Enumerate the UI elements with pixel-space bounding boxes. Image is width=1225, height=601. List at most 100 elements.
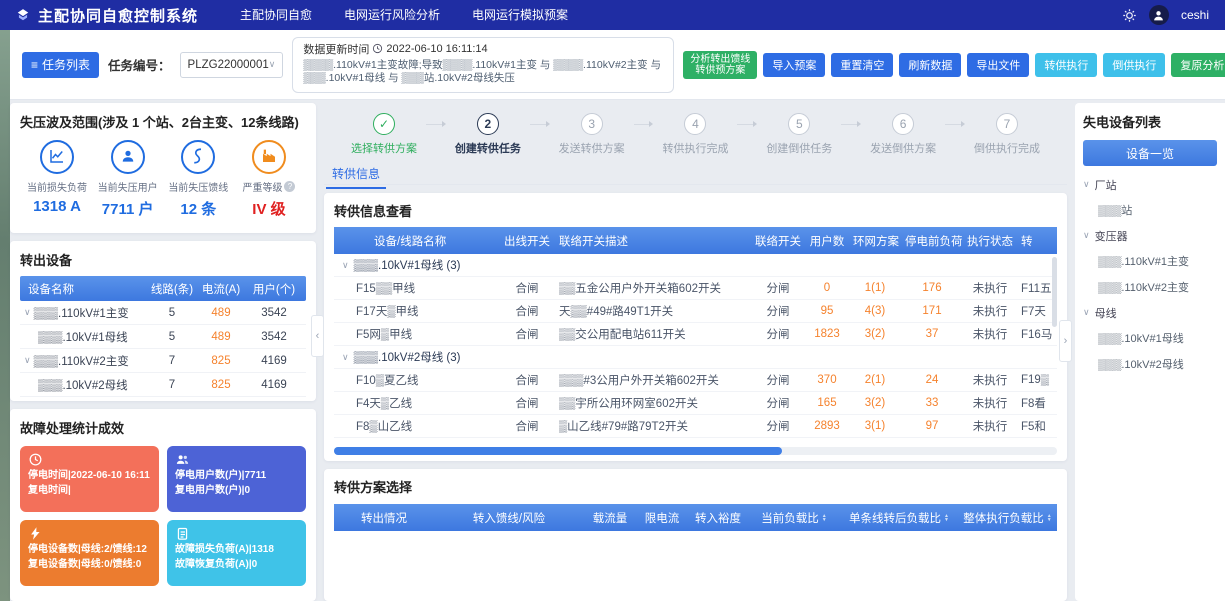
nav-item-1[interactable]: 主配协同自愈 bbox=[224, 0, 328, 30]
table-row[interactable]: ∨▒▒▒.110kV#1主变54893542 bbox=[20, 301, 306, 325]
gear-icon[interactable] bbox=[1122, 8, 1137, 23]
toolbar-actions: 分析转出馈线转供预方案导入预案重置清空刷新数据导出文件转供执行倒供执行复原分析 bbox=[683, 51, 1225, 79]
tree-item[interactable]: ▒▒▒.110kV#2主变 bbox=[1083, 274, 1217, 300]
toolbar-button-5[interactable]: 导出文件 bbox=[967, 53, 1029, 77]
task-no-select[interactable]: PLZG22000001 ∨ bbox=[180, 52, 284, 78]
sort-icon[interactable]: ▲▼ bbox=[822, 514, 827, 523]
step-2[interactable]: 2创建转供任务 bbox=[446, 113, 530, 156]
transfer-col-header: 出线开关 bbox=[499, 233, 555, 249]
device-list-title: 失电设备列表 bbox=[1083, 112, 1217, 131]
fault-description: ▒▒▒▒.110kV#1主变故障;导致▒▒▒▒.110kV#1主变 与 ▒▒▒▒… bbox=[303, 59, 663, 85]
chevron-down-icon[interactable]: ∨ bbox=[342, 260, 349, 271]
feeder-row[interactable]: F8▒山乙线合闸▒山乙线#79#路79T2开关分闸28933(1)97未执行F5… bbox=[334, 415, 1057, 438]
sort-icon[interactable]: ▲▼ bbox=[1047, 514, 1052, 523]
device-group-row[interactable]: ∨▒▒▒.10kV#1母线 (3) bbox=[334, 254, 1057, 277]
step-connector bbox=[737, 113, 757, 135]
sort-icon[interactable]: ▲▼ bbox=[944, 514, 949, 523]
toolbar-button-7[interactable]: 倒供执行 bbox=[1103, 53, 1165, 77]
main-nav: 主配协同自愈电网运行风险分析电网运行模拟预案 bbox=[224, 0, 584, 30]
collapse-left-handle[interactable]: ‹ bbox=[311, 315, 324, 357]
plan-title: 转供方案选择 bbox=[334, 477, 1057, 496]
chevron-down-icon[interactable]: ∨ bbox=[24, 355, 31, 366]
left-sidebar: 失压波及范围(涉及 1 个站、2台主变、12条线路) 当前损失负荷1318 A当… bbox=[10, 103, 316, 601]
tab-transfer-info[interactable]: 转供信息 bbox=[326, 161, 386, 189]
chevron-down-icon[interactable]: ∨ bbox=[342, 352, 349, 363]
step-5[interactable]: 5创建倒供任务 bbox=[757, 113, 841, 156]
fault-stats-panel: 故障处理统计成效 停电时间|2022-06-10 16:11复电时间|停电用户数… bbox=[10, 409, 316, 601]
tree-group-3[interactable]: ∨母线 bbox=[1083, 300, 1217, 325]
device-overview-header[interactable]: 设备一览 bbox=[1083, 140, 1217, 166]
impact-stat-1: 当前损失负荷1318 A bbox=[22, 140, 92, 219]
device-name-cell: ∨▒▒▒.110kV#1主变 bbox=[20, 305, 148, 321]
task-no-value: PLZG22000001 bbox=[188, 59, 269, 71]
tree-item[interactable]: ▒▒▒站 bbox=[1083, 197, 1217, 223]
out-col-header: 线路(条) bbox=[148, 281, 196, 297]
feeder-icon bbox=[189, 147, 207, 168]
background-strip bbox=[0, 0, 10, 601]
stat-card-3: 停电设备数|母线:2/馈线:12复电设备数|母线:0/馈线:0 bbox=[20, 520, 159, 586]
table-row[interactable]: ▒▒▒.10kV#2母线78254169 bbox=[20, 373, 306, 397]
step-4[interactable]: 4转供执行完成 bbox=[653, 113, 737, 156]
tree-group-2[interactable]: ∨变压器 bbox=[1083, 223, 1217, 248]
transfer-col-header: 停电前负荷 bbox=[901, 233, 963, 249]
plan-col-header: 当前负载比▲▼ bbox=[748, 510, 840, 526]
task-list-button[interactable]: ≡ 任务列表 bbox=[22, 52, 99, 78]
out-col-header: 电流(A) bbox=[196, 281, 246, 297]
fault-stat-cards: 停电时间|2022-06-10 16:11复电时间|停电用户数(户)|7711复… bbox=[20, 446, 306, 586]
step-1[interactable]: ✓选择转供方案 bbox=[342, 113, 426, 156]
chevron-down-icon[interactable]: ∨ bbox=[24, 307, 31, 318]
device-tree: ∨厂站▒▒▒站∨变压器▒▒▒.110kV#1主变▒▒▒.110kV#2主变∨母线… bbox=[1083, 172, 1217, 377]
toolbar-button-2[interactable]: 导入预案 bbox=[763, 53, 825, 77]
toolbar-button-3[interactable]: 重置清空 bbox=[831, 53, 893, 77]
feeder-row[interactable]: F15▒▒甲线合闸▒▒五金公用户外开关箱602开关分闸01(1)176未执行F1… bbox=[334, 277, 1057, 300]
step-7[interactable]: 7倒供执行完成 bbox=[965, 113, 1049, 156]
toolbar-button-6[interactable]: 转供执行 bbox=[1035, 53, 1097, 77]
transfer-col-header: 联络开关 bbox=[751, 233, 805, 249]
nav-item-3[interactable]: 电网运行模拟预案 bbox=[456, 0, 584, 30]
plan-col-header: 转入裕度 bbox=[688, 510, 748, 526]
tree-item[interactable]: ▒▒▒.10kV#1母线 bbox=[1083, 325, 1217, 351]
help-icon[interactable]: ? bbox=[284, 181, 295, 192]
stat-card-2: 停电用户数(户)|7711复电用户数(户)|0 bbox=[167, 446, 306, 512]
feeder-row[interactable]: F17天▒甲线合闸天▒▒#49#路49T1开关分闸954(3)171未执行F7天 bbox=[334, 300, 1057, 323]
toolbar-button-4[interactable]: 刷新数据 bbox=[899, 53, 961, 77]
update-time-value: 2022-06-10 16:11:14 bbox=[386, 43, 487, 55]
nav-item-2[interactable]: 电网运行风险分析 bbox=[328, 0, 456, 30]
chevron-down-icon[interactable]: ∨ bbox=[1083, 307, 1090, 318]
transfer-col-header: 用户数 bbox=[805, 233, 849, 249]
transfer-info-panel: 转供信息查看 设备/线路名称出线开关联络开关描述联络开关用户数环网方案停电前负荷… bbox=[324, 193, 1067, 461]
toolbar-button-1[interactable]: 分析转出馈线转供预方案 bbox=[683, 51, 757, 79]
toolbar-button-8[interactable]: 复原分析 bbox=[1171, 53, 1225, 77]
scrollbar-thumb[interactable] bbox=[334, 447, 782, 455]
step-connector bbox=[530, 113, 550, 135]
device-group-row[interactable]: ∨▒▒▒.10kV#2母线 (3) bbox=[334, 346, 1057, 369]
top-navbar: 主配协同自愈控制系统 主配协同自愈电网运行风险分析电网运行模拟预案 ceshi bbox=[0, 0, 1225, 30]
feeder-row[interactable]: F10▒夏乙线合闸▒▒▒#3公用户外开关箱602开关分闸3702(1)24未执行… bbox=[334, 369, 1057, 392]
avatar[interactable] bbox=[1149, 5, 1169, 25]
feeder-row[interactable]: F4天▒乙线合闸▒▒宇所公用环网室602开关分闸1653(2)33未执行F8看 bbox=[334, 392, 1057, 415]
list-icon: ≡ bbox=[31, 58, 38, 72]
vertical-scrollbar[interactable] bbox=[1052, 257, 1057, 327]
tree-group-1[interactable]: ∨厂站 bbox=[1083, 172, 1217, 197]
update-time-label: 数据更新时间 bbox=[303, 41, 369, 57]
collapse-right-handle[interactable]: › bbox=[1059, 320, 1072, 362]
step-6[interactable]: 6发送倒供方案 bbox=[861, 113, 945, 156]
impact-stat-2: 当前失压用户7711 户 bbox=[93, 140, 163, 219]
chevron-down-icon[interactable]: ∨ bbox=[1083, 230, 1090, 241]
stat-card-4: 故障损失负荷(A)|1318故障恢复负荷(A)|0 bbox=[167, 520, 306, 586]
horizontal-scrollbar[interactable] bbox=[334, 447, 1057, 455]
transfer-col-header: 设备/线路名称 bbox=[334, 233, 499, 249]
chevron-down-icon[interactable]: ∨ bbox=[1083, 179, 1090, 190]
step-3[interactable]: 3发送转供方案 bbox=[550, 113, 634, 156]
task-list-label: 任务列表 bbox=[42, 56, 90, 73]
impact-stat-4: 严重等级?IV 级 bbox=[234, 140, 304, 219]
feeder-row[interactable]: F5网▒甲线合闸▒▒交公用配电站611开关分闸18233(2)37未执行F16马 bbox=[334, 323, 1057, 346]
table-row[interactable]: ∨▒▒▒.110kV#2主变78254169 bbox=[20, 349, 306, 373]
table-row[interactable]: ▒▒▒.10kV#1母线54893542 bbox=[20, 325, 306, 349]
tree-item[interactable]: ▒▒▒.10kV#2母线 bbox=[1083, 351, 1217, 377]
out-table-body: ∨▒▒▒.110kV#1主变54893542▒▒▒.10kV#1母线548935… bbox=[20, 301, 306, 397]
step-connector bbox=[841, 113, 861, 135]
tree-item[interactable]: ▒▒▒.110kV#1主变 bbox=[1083, 248, 1217, 274]
task-no-label: 任务编号： bbox=[108, 55, 171, 74]
plan-col-header: 限电流 bbox=[636, 510, 688, 526]
